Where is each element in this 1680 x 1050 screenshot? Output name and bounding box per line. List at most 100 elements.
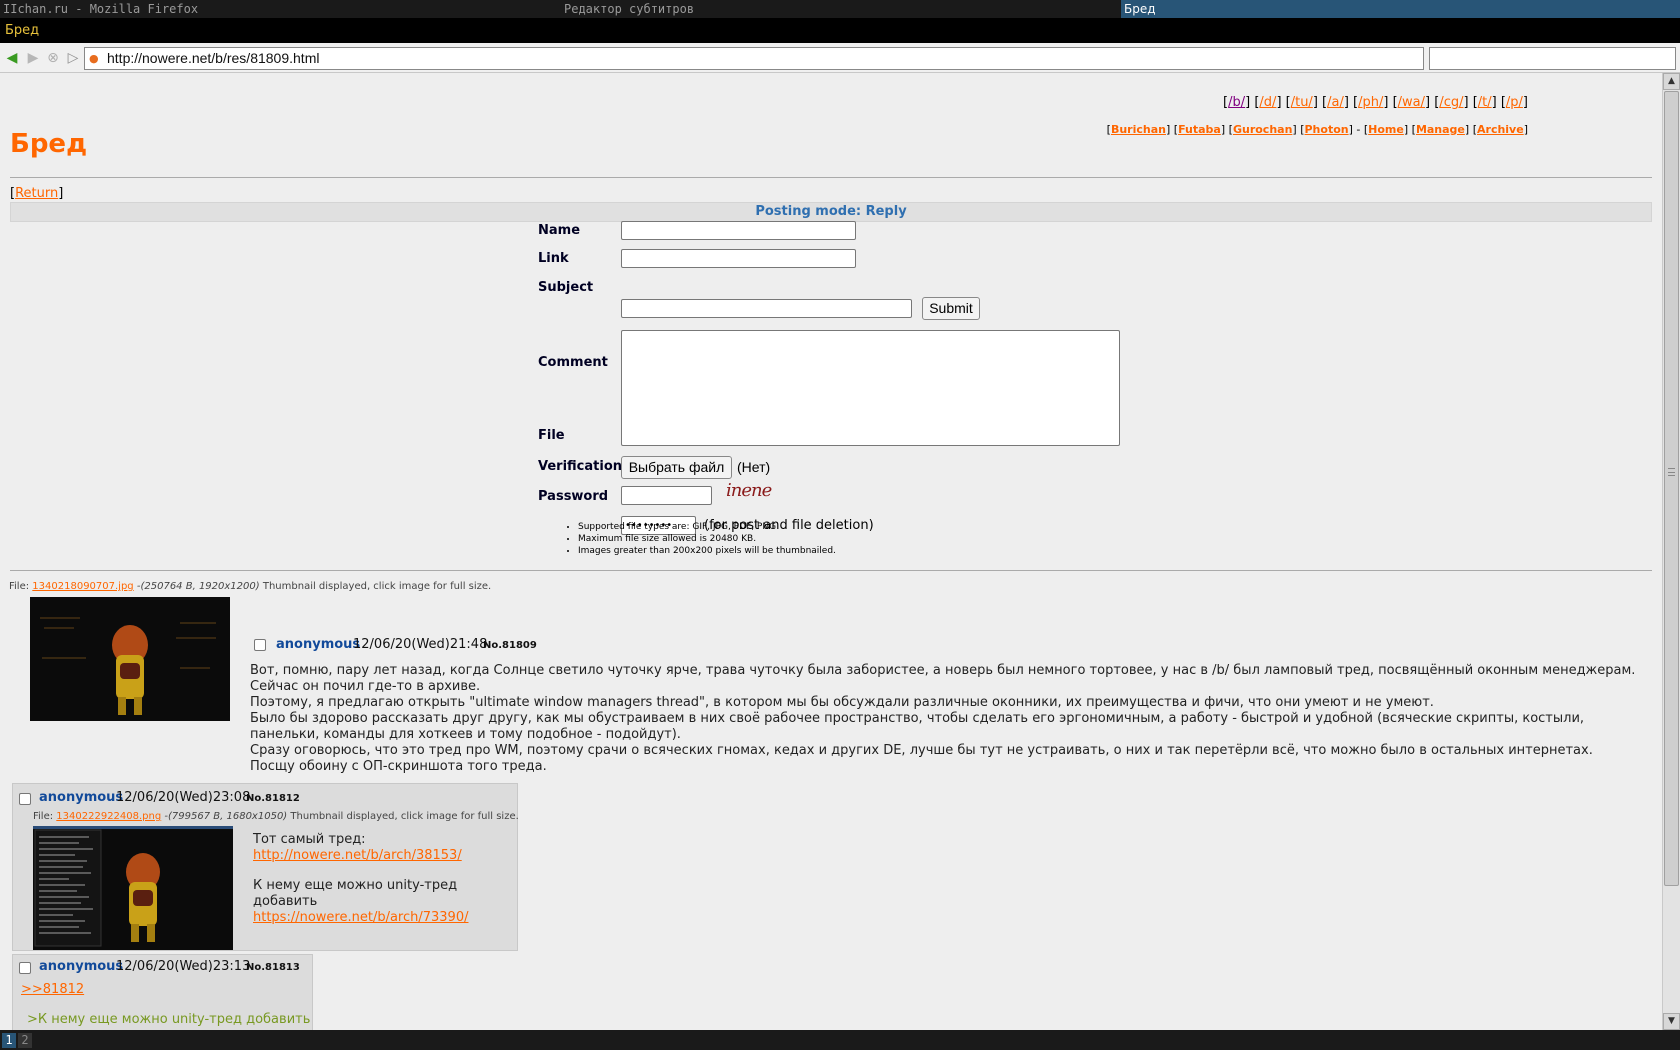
file-note: Thumbnail displayed, click image for ful…: [290, 811, 519, 822]
reply-post-number[interactable]: No.81812: [246, 793, 300, 804]
back-arrow-icon[interactable]: ◀: [3, 49, 21, 67]
reply-delete-checkbox[interactable]: [19, 962, 31, 974]
board-link[interactable]: /wa/: [1398, 95, 1425, 110]
board-link[interactable]: /ph/: [1358, 95, 1383, 110]
workspace-2[interactable]: 2: [18, 1033, 32, 1048]
wm-tab-label: Редактор субтитров: [564, 2, 695, 16]
style-navigation: [Burichan] [Futaba] [Gurochan] [Photon] …: [1106, 123, 1528, 136]
post-line: К нему еще можно unity-тред: [253, 878, 458, 893]
posting-mode-banner: Posting mode: Reply: [10, 202, 1652, 222]
archive-link[interactable]: Archive: [1477, 123, 1524, 136]
return-nav: [Return]: [10, 186, 64, 201]
op-delete-checkbox[interactable]: [254, 639, 266, 651]
op-poster-name: anonymous: [276, 637, 361, 652]
reply-reference-link[interactable]: >>81812: [21, 982, 84, 997]
reply-thumbnail[interactable]: [33, 826, 233, 950]
scroll-up-arrow-icon[interactable]: ▲: [1663, 73, 1680, 90]
file-prefix: File:: [33, 811, 54, 822]
reply-delete-checkbox[interactable]: [19, 793, 31, 805]
post-line: Вот, помню, пару лет назад, когда Солнце…: [250, 663, 1636, 694]
post-line: Тот самый тред:: [253, 832, 366, 847]
post-line: Поэтому, я предлагаю открыть "ultimate w…: [250, 695, 1434, 710]
reply-file-info: File: 1340222922408.png -(799567 B, 1680…: [33, 811, 519, 822]
choose-file-button[interactable]: Выбрать файл: [621, 456, 732, 479]
reply-post-body: Тот самый тред: http://nowere.net/b/arch…: [253, 832, 513, 926]
op-thumbnail[interactable]: [30, 597, 230, 721]
wm-tab-label: IIchan.ru - Mozilla Firefox: [3, 2, 199, 16]
site-favicon-icon: ●: [89, 52, 99, 65]
verification-input[interactable]: [621, 486, 712, 505]
style-link-photon[interactable]: Photon: [1305, 123, 1349, 136]
board-link[interactable]: /p/: [1506, 95, 1523, 110]
board-link[interactable]: /cg/: [1439, 95, 1463, 110]
manage-link[interactable]: Manage: [1416, 123, 1465, 136]
subject-input[interactable]: [621, 299, 912, 318]
browser-toolbar: ◀ ▶ ⊗ ▷ ●: [0, 43, 1680, 73]
name-input[interactable]: [621, 221, 856, 240]
op-post-date: 12/06/20(Wed)21:48: [353, 637, 488, 652]
reply-post-date: 12/06/20(Wed)23:13: [116, 959, 251, 974]
page-viewport: [/b/] [/d/] [/tu/] [/a/] [/ph/] [/wa/] […: [0, 73, 1662, 1030]
rule-item: Supported file types are: GIF, JPG, PDF,…: [578, 521, 836, 533]
wm-window-tab-active[interactable]: Бред: [1121, 0, 1680, 18]
url-input[interactable]: [107, 48, 1407, 69]
stop-icon[interactable]: ⊗: [44, 49, 62, 67]
op-post-body: Вот, помню, пару лет назад, когда Солнце…: [250, 663, 1645, 775]
reply-file-link[interactable]: 1340222922408.png: [56, 811, 161, 822]
upload-rules: Supported file types are: GIF, JPG, PDF,…: [578, 521, 836, 557]
thread-link[interactable]: http://nowere.net/b/arch/38153/: [253, 848, 462, 863]
workspace-1[interactable]: 1: [2, 1033, 16, 1048]
file-status: (Нет): [737, 459, 771, 475]
board-link[interactable]: /b/: [1228, 95, 1245, 110]
divider: [10, 570, 1652, 571]
scrollbar-thumb[interactable]: [1664, 91, 1679, 886]
post-line: Сразу оговорюсь, что это тред про WM, по…: [250, 743, 1593, 758]
reply-post-body: >>81812: [21, 982, 84, 998]
file-meta: -(250764 B, 1920x1200): [136, 581, 260, 592]
window-title-bar: Бред: [0, 18, 1680, 43]
captcha-image: inene: [726, 480, 772, 501]
subject-label: Subject: [538, 280, 594, 295]
scroll-down-arrow-icon[interactable]: ▼: [1663, 1013, 1680, 1030]
screenshot-thumbnail-icon: [33, 826, 233, 950]
op-file-link[interactable]: 1340218090707.jpg: [32, 581, 133, 592]
file-prefix: File:: [9, 581, 30, 592]
comment-textarea[interactable]: [621, 330, 1120, 446]
reply-post-number[interactable]: No.81813: [246, 962, 300, 973]
comment-label: Comment: [538, 355, 608, 370]
file-meta: -(799567 B, 1680x1050): [164, 811, 288, 822]
quote-text: >К нему еще можно unity-тред добавить: [27, 1012, 311, 1027]
reply-poster-name: anonymous: [39, 959, 124, 974]
board-title: Бред: [10, 129, 88, 159]
style-link-burichan[interactable]: Burichan: [1111, 123, 1166, 136]
name-label: Name: [538, 223, 581, 238]
wm-window-tab-firefox[interactable]: IIchan.ru - Mozilla Firefox: [0, 0, 561, 18]
post-line: добавить: [253, 894, 318, 909]
thread-link[interactable]: https://nowere.net/b/arch/73390/: [253, 910, 468, 925]
forward-arrow-icon[interactable]: ▶: [24, 49, 42, 67]
style-link-gurochan[interactable]: Gurochan: [1233, 123, 1292, 136]
wm-top-bar: IIchan.ru - Mozilla Firefox Редактор суб…: [0, 0, 1680, 18]
op-post-number[interactable]: No.81809: [483, 640, 537, 651]
board-link[interactable]: /a/: [1327, 95, 1344, 110]
board-link[interactable]: /tu/: [1291, 95, 1313, 110]
board-navigation: [/b/] [/d/] [/tu/] [/a/] [/ph/] [/wa/] […: [1223, 95, 1528, 110]
rule-item: Images greater than 200x200 pixels will …: [578, 545, 836, 557]
search-input[interactable]: [1429, 47, 1676, 70]
return-link[interactable]: Return: [15, 186, 58, 201]
page-scrollbar[interactable]: ▲ ▼: [1662, 73, 1680, 1030]
reply-post-date: 12/06/20(Wed)23:08: [116, 790, 251, 805]
style-link-futaba[interactable]: Futaba: [1178, 123, 1221, 136]
go-icon[interactable]: ▷: [64, 49, 82, 67]
file-label: File: [538, 428, 565, 443]
wm-window-tab-subtitles[interactable]: Редактор субтитров: [561, 0, 1121, 18]
reply-poster-name: anonymous: [39, 790, 124, 805]
board-link[interactable]: /t/: [1478, 95, 1492, 110]
rule-item: Maximum file size allowed is 20480 KB.: [578, 533, 836, 545]
submit-button[interactable]: Submit: [922, 297, 980, 320]
url-bar[interactable]: ●: [84, 47, 1424, 70]
board-link[interactable]: /d/: [1259, 95, 1276, 110]
post-line: Посщу обоину с ОП-скриншота того треда.: [250, 759, 547, 774]
link-input[interactable]: [621, 249, 856, 268]
home-link[interactable]: Home: [1368, 123, 1404, 136]
